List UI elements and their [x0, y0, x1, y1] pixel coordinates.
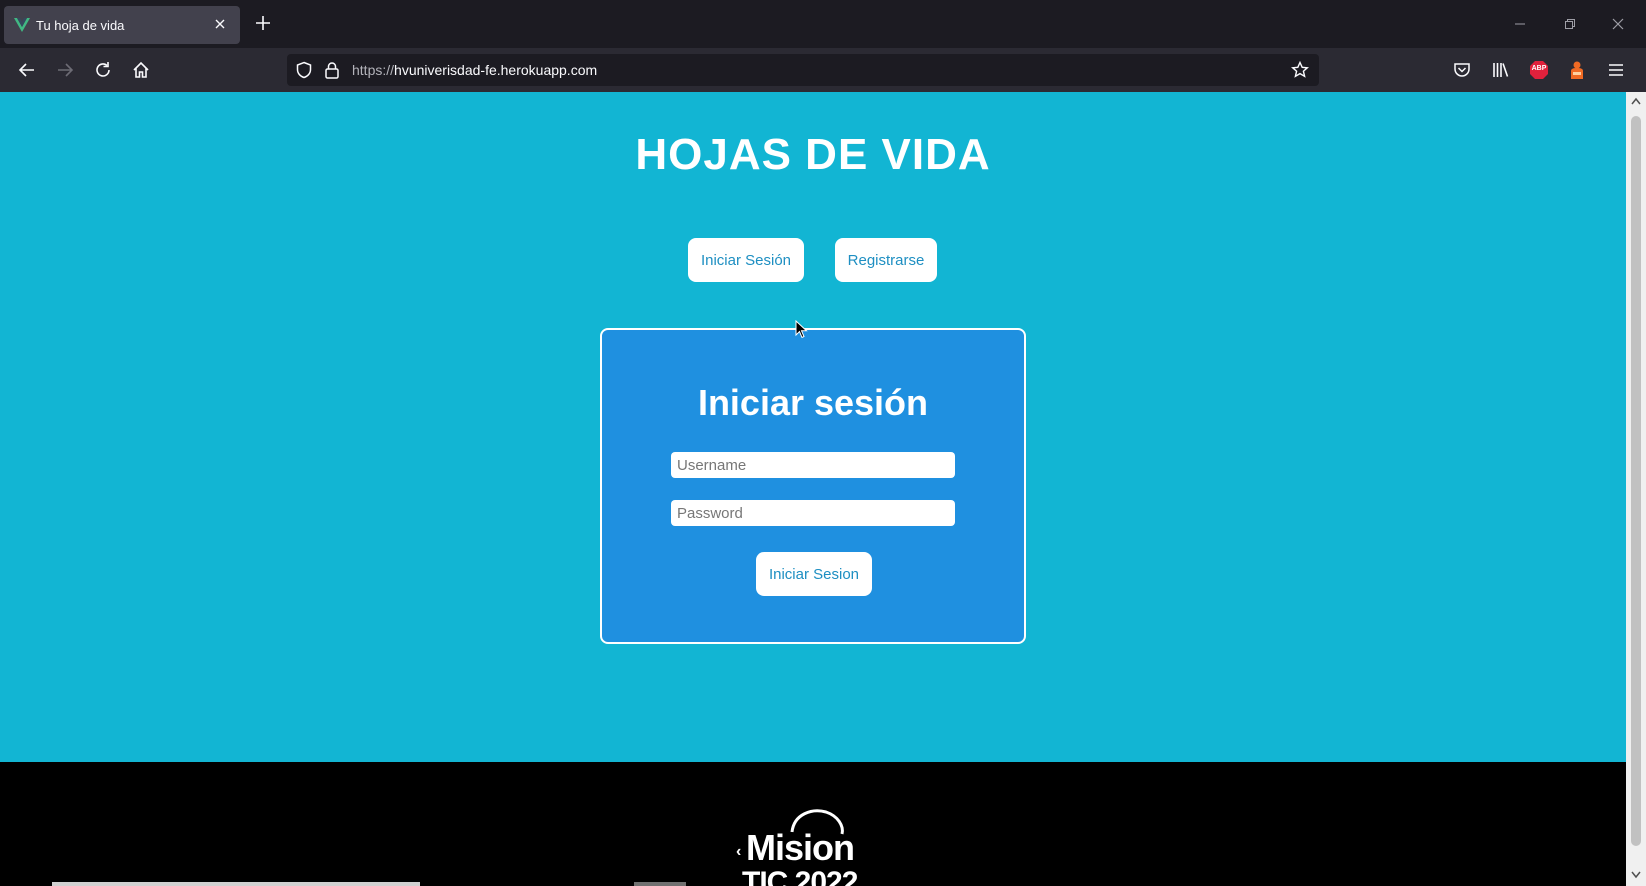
url-protocol: https:// [352, 62, 395, 78]
pocket-icon[interactable] [1450, 58, 1474, 82]
back-icon[interactable] [15, 58, 39, 82]
mision-tic-logo: ‹ Mision TIC 2022 [736, 809, 859, 886]
svg-text:‹: ‹ [736, 843, 741, 860]
new-tab-plus-icon[interactable] [250, 12, 276, 38]
password-input[interactable] [671, 500, 955, 526]
star-icon[interactable] [1291, 60, 1309, 84]
logo-line1: Mision [746, 827, 854, 868]
home-icon[interactable] [129, 58, 153, 82]
footer: ‹ Mision TIC 2022 [0, 762, 1626, 886]
logo-line2: TIC 2022 [742, 866, 858, 886]
scroll-down-icon[interactable] [1629, 868, 1643, 882]
minimize-icon[interactable] [1510, 14, 1530, 34]
horizontal-scroll-marker [634, 882, 686, 886]
scrollbar-thumb[interactable] [1631, 116, 1641, 846]
forward-icon[interactable] [53, 58, 77, 82]
page-title: HOJAS DE VIDA [635, 130, 991, 179]
page-scrollbar[interactable] [1626, 92, 1646, 886]
shield-icon[interactable] [295, 61, 313, 84]
login-card: Iniciar sesión Iniciar Sesion [600, 328, 1026, 644]
url-bar[interactable]: https://hvuniverisdad-fe.herokuapp.com [287, 54, 1319, 86]
adblock-icon[interactable]: ABP [1527, 58, 1551, 82]
username-input[interactable] [671, 452, 955, 478]
library-icon[interactable] [1489, 58, 1513, 82]
tab-strip: Tu hoja de vida [0, 0, 1646, 48]
extension-icon[interactable] [1565, 58, 1589, 82]
login-title: Iniciar sesión [697, 382, 929, 423]
nav-register-button[interactable]: Registrarse [835, 238, 937, 282]
url-text[interactable]: https://hvuniverisdad-fe.herokuapp.com [352, 62, 597, 78]
browser-tab[interactable]: Tu hoja de vida [4, 6, 240, 44]
navigation-toolbar: https://hvuniverisdad-fe.herokuapp.com A… [0, 48, 1646, 92]
window-close-icon[interactable] [1608, 14, 1628, 34]
restore-icon[interactable] [1560, 14, 1580, 34]
horizontal-scroll-indicator [52, 882, 420, 886]
nav-login-button[interactable]: Iniciar Sesión [688, 238, 804, 282]
page-viewport: HOJAS DE VIDA Iniciar Sesión Registrarse… [0, 92, 1626, 886]
tab-title: Tu hoja de vida [36, 17, 125, 33]
scroll-up-icon[interactable] [1629, 94, 1643, 108]
lock-icon[interactable] [324, 61, 340, 84]
reload-icon[interactable] [91, 58, 115, 82]
menu-icon[interactable] [1604, 58, 1628, 82]
url-host: hvuniverisdad-fe.herokuapp.com [394, 62, 598, 78]
adblock-label: ABP [1531, 65, 1547, 72]
mouse-cursor-icon [795, 320, 808, 339]
login-submit-button[interactable]: Iniciar Sesion [756, 552, 872, 596]
tab-close-icon[interactable] [210, 16, 230, 34]
vue-favicon-icon [14, 17, 30, 33]
